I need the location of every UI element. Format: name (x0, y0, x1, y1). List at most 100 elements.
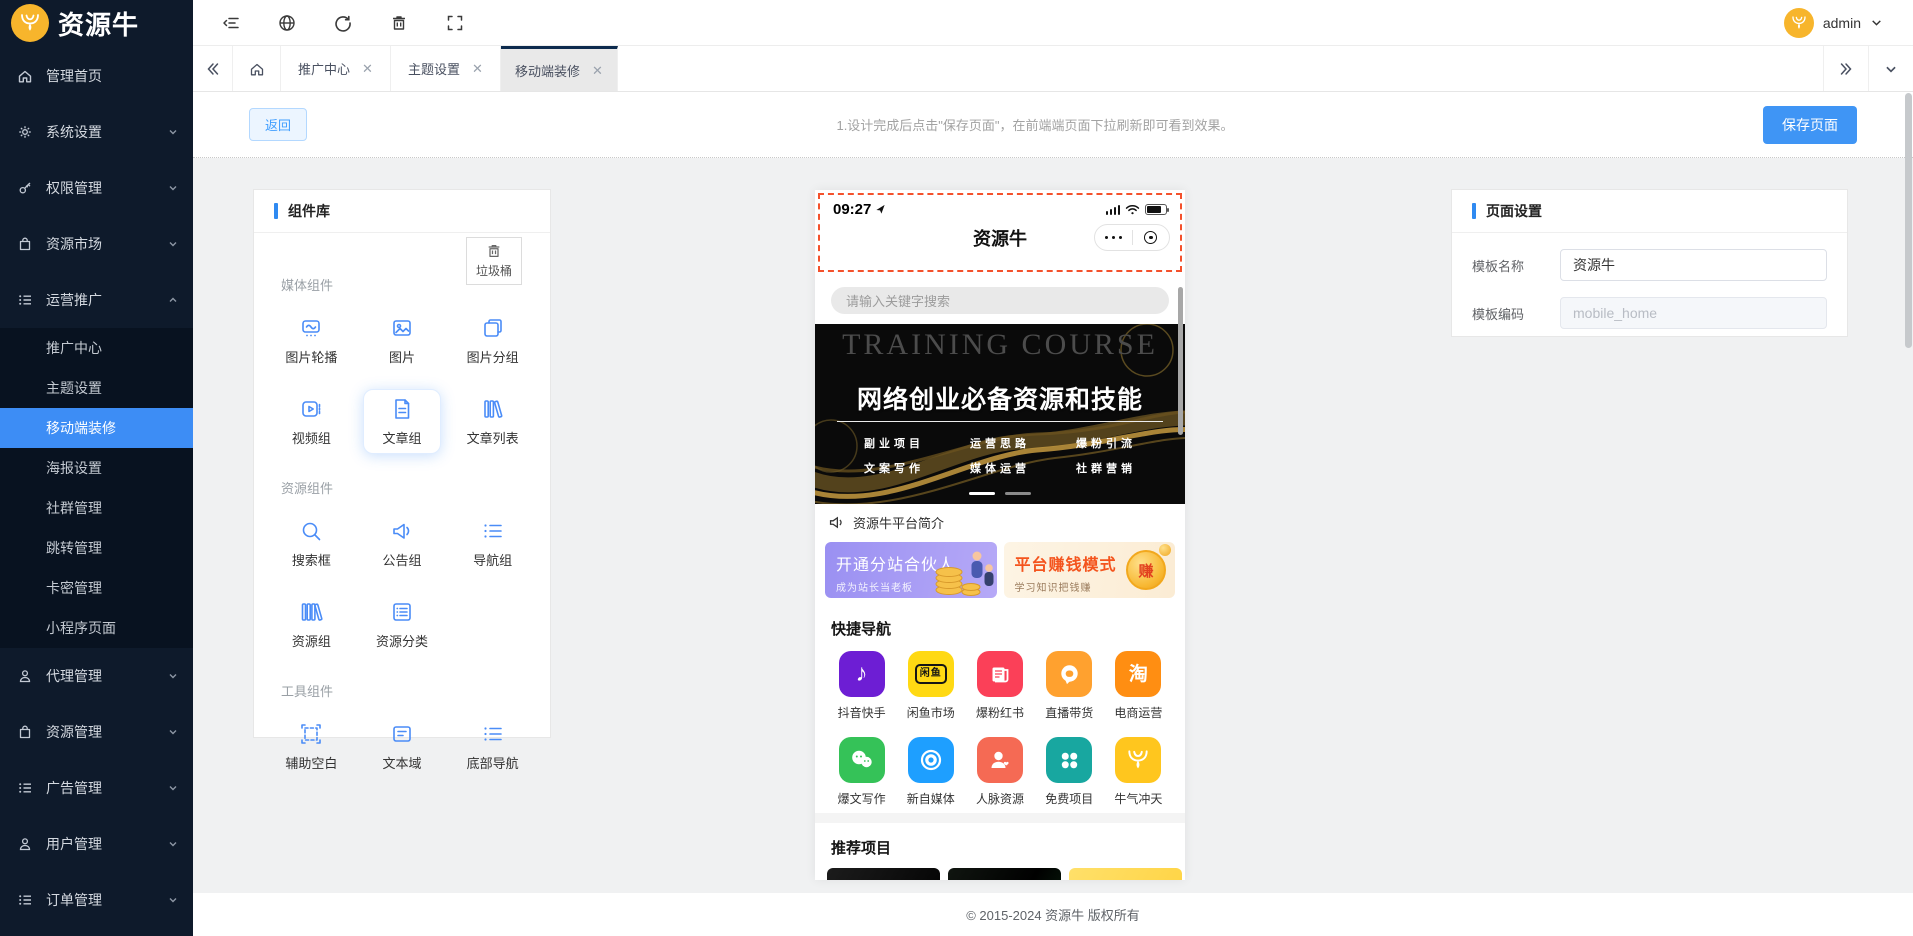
sidebar-item-mobile-decorate[interactable]: 移动端装修 (0, 408, 193, 448)
recommend-card[interactable] (948, 868, 1061, 880)
sidebar-item-redirect[interactable]: 跳转管理 (0, 528, 193, 568)
brand-logo[interactable]: 资源牛 (0, 0, 193, 46)
close-icon[interactable]: ✕ (472, 62, 483, 75)
key-icon (17, 180, 33, 196)
recommend-card[interactable] (827, 868, 940, 880)
battery-icon (1145, 204, 1169, 215)
promo-card-earn[interactable]: 平台赚钱模式 学习知识把钱赚 赚 (1003, 542, 1175, 598)
sidebar-item-poster-settings[interactable]: 海报设置 (0, 448, 193, 488)
douyin-icon: ♪ (838, 651, 885, 697)
sidebar-item-agent[interactable]: 代理管理 (0, 648, 193, 704)
tab-theme-settings[interactable]: 主题设置 ✕ (391, 46, 501, 91)
sidebar-item-miniprogram-page[interactable]: 小程序页面 (0, 608, 193, 648)
component-resource-group[interactable]: 资源组 (272, 592, 350, 657)
speaker-icon (829, 516, 842, 528)
close-icon[interactable]: ✕ (592, 64, 603, 77)
tabs-scroll-right-button[interactable] (1823, 46, 1868, 91)
quick-nav-livestream[interactable]: 直播带货 (1045, 651, 1093, 721)
component-video-group[interactable]: 视频组 (272, 389, 350, 454)
component-image-group[interactable]: 图片分组 (454, 308, 532, 373)
close-icon[interactable]: ✕ (362, 62, 373, 75)
component-nav-group[interactable]: 导航组 (454, 511, 532, 576)
phone-quick-nav-component[interactable]: 快捷导航 ♪ 抖音快手 闲鱼 闲鱼市场 爆粉红书 直播带货 淘 电商运营 爆文写… (815, 606, 1185, 813)
phone-scrollbar[interactable] (1178, 287, 1183, 435)
sidebar-item-permission[interactable]: 权限管理 (0, 160, 193, 216)
sidebar: 资源牛 管理首页 系统设置 权限管理 资源市场 运营推广 推广中心 主题设置 移… (0, 0, 193, 936)
quick-nav-free-projects[interactable]: 免费项目 (1045, 737, 1093, 807)
globe-icon[interactable] (278, 14, 296, 32)
quick-nav-newmedia[interactable]: 新自媒体 (907, 737, 955, 807)
phone-recommend-component[interactable]: 推荐项目 (815, 823, 1185, 880)
refresh-icon[interactable] (334, 14, 352, 32)
tabs-scroll-left-button[interactable] (193, 46, 233, 91)
person-heart-icon (976, 737, 1023, 783)
component-blank-space[interactable]: 辅助空白 (272, 714, 350, 779)
quick-nav-wechat-writing[interactable]: 爆文写作 (838, 737, 886, 807)
collapse-menu-icon[interactable] (222, 14, 240, 32)
save-page-button[interactable]: 保存页面 (1763, 105, 1857, 144)
carousel-dot-active[interactable] (969, 492, 995, 495)
tool-components-grid: 辅助空白 文本域 底部导航 (266, 714, 538, 779)
trash-icon[interactable] (390, 14, 408, 32)
media-components-grid: 图片轮播 图片 图片分组 视频组 文章组 文章列表 (266, 308, 538, 454)
tab-home[interactable] (233, 46, 281, 91)
component-resource-category[interactable]: 资源分类 (363, 592, 441, 657)
quick-nav-xiaohongshu[interactable]: 爆粉红书 (976, 651, 1024, 721)
component-article-list[interactable]: 文章列表 (454, 389, 532, 454)
component-library-title: 组件库 (288, 203, 330, 219)
sidebar-item-orders[interactable]: 订单管理 (0, 872, 193, 928)
wechat-icon (838, 737, 885, 783)
trash-icon (488, 245, 500, 257)
bull-icon (1115, 737, 1162, 783)
sidebar-item-system[interactable]: 系统设置 (0, 104, 193, 160)
chevron-down-icon (167, 182, 179, 194)
back-button[interactable]: 返回 (249, 108, 308, 141)
tab-promotion-center[interactable]: 推广中心 ✕ (281, 46, 391, 91)
template-name-input[interactable] (1560, 249, 1827, 281)
component-announcement-group[interactable]: 公告组 (363, 511, 441, 576)
trash-dropzone[interactable]: 垃圾桶 (466, 237, 522, 285)
phone-header-component[interactable]: 09:27 资源牛 (818, 193, 1182, 272)
recommend-card[interactable] (1069, 868, 1182, 880)
search-placeholder: 请输入关键字搜索 (846, 294, 951, 309)
quick-nav-douyin[interactable]: ♪ 抖音快手 (838, 651, 886, 721)
page-scrollbar[interactable] (1905, 93, 1912, 936)
tabs-menu-button[interactable] (1868, 46, 1913, 91)
sidebar-item-cardkey[interactable]: 卡密管理 (0, 568, 193, 608)
component-image-carousel[interactable]: 图片轮播 (272, 308, 350, 373)
user-menu[interactable]: admin (1783, 7, 1913, 38)
carousel-dot[interactable] (1005, 492, 1031, 495)
quick-nav-grid: ♪ 抖音快手 闲鱼 闲鱼市场 爆粉红书 直播带货 淘 电商运营 爆文写作 新自媒… (827, 651, 1173, 807)
quick-nav-niuqi[interactable]: 牛气冲天 (1114, 737, 1162, 807)
phone-announcement-component[interactable]: 资源牛平台简介 (815, 504, 1185, 540)
sidebar-item-resource[interactable]: 资源管理 (0, 704, 193, 760)
promo-card-partner[interactable]: 开通分站合伙人 成为站长当老板 (825, 542, 997, 598)
component-search-box[interactable]: 搜索框 (272, 511, 350, 576)
quick-nav-xianyu[interactable]: 闲鱼 闲鱼市场 (907, 651, 955, 721)
wifi-icon (1125, 204, 1140, 215)
component-image[interactable]: 图片 (363, 308, 441, 373)
component-article-group[interactable]: 文章组 (362, 389, 441, 454)
tab-bar: 推广中心 ✕ 主题设置 ✕ 移动端装修 ✕ (193, 46, 1913, 92)
scrollbar-thumb[interactable] (1905, 93, 1912, 348)
sidebar-item-market[interactable]: 资源市场 (0, 216, 193, 272)
tab-mobile-decorate[interactable]: 移动端装修 ✕ (501, 46, 618, 91)
template-name-label: 模板名称 (1472, 258, 1525, 274)
sidebar-item-theme-settings[interactable]: 主题设置 (0, 368, 193, 408)
miniprogram-capsule[interactable] (1094, 224, 1170, 251)
sidebar-item-operation[interactable]: 运营推广 (0, 272, 193, 328)
sidebar-item-dashboard[interactable]: 管理首页 (0, 48, 193, 104)
fullscreen-icon[interactable] (446, 14, 464, 32)
phone-banner-component[interactable]: TRAINING COURSE 网络创业必备资源和技能 副业项目 运营思路 爆粉… (815, 324, 1185, 504)
component-bottom-nav[interactable]: 底部导航 (454, 714, 532, 779)
quick-nav-taobao[interactable]: 淘 电商运营 (1114, 651, 1162, 721)
sidebar-item-promotion-center[interactable]: 推广中心 (0, 328, 193, 368)
sidebar-item-ads[interactable]: 广告管理 (0, 760, 193, 816)
quick-nav-contacts[interactable]: 人脉资源 (976, 737, 1024, 807)
sidebar-item-community[interactable]: 社群管理 (0, 488, 193, 528)
exit-target-icon[interactable] (1133, 231, 1170, 244)
component-textarea[interactable]: 文本域 (363, 714, 441, 779)
phone-search-component[interactable]: 请输入关键字搜索 (831, 287, 1169, 314)
more-icon[interactable] (1095, 235, 1132, 240)
sidebar-item-users[interactable]: 用户管理 (0, 816, 193, 872)
